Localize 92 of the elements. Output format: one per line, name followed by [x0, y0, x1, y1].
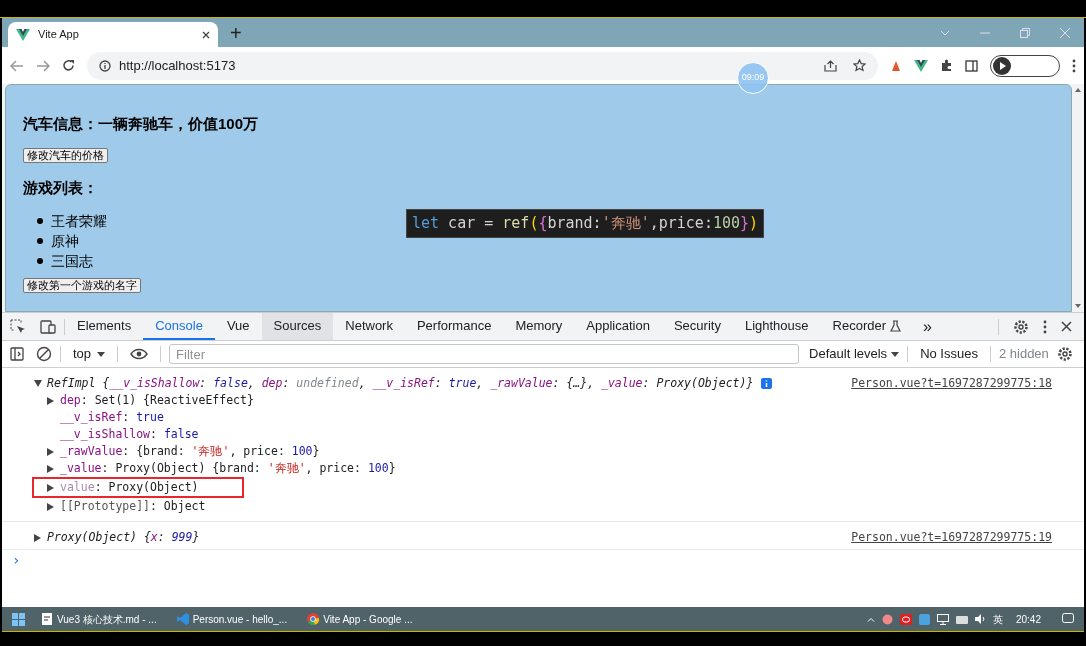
settings-icon[interactable]: [1013, 318, 1029, 335]
game-name: 王者荣耀: [51, 212, 107, 231]
collapsed-arrow-icon[interactable]: [47, 464, 54, 473]
devtools-tab[interactable]: Application: [574, 313, 662, 340]
devtools-tab[interactable]: Recorder: [820, 313, 913, 340]
caret-icon: [97, 351, 106, 357]
star-icon[interactable]: [853, 59, 866, 72]
clock[interactable]: 20:42: [1015, 611, 1041, 627]
property-line: _value: Proxy(Object) {brand: '奔驰', price: 100}: [60, 459, 396, 477]
more-options-icon[interactable]: [1043, 319, 1047, 334]
source-link[interactable]: Person.vue?t=1697287299775:19: [851, 528, 1052, 547]
puzzle-icon[interactable]: [940, 59, 953, 72]
speaker-icon[interactable]: [974, 614, 986, 624]
issues-button[interactable]: No Issues: [916, 344, 982, 364]
vue-devtools-icon[interactable]: [914, 59, 928, 72]
reload-icon[interactable]: [62, 59, 75, 72]
collapsed-arrow-icon[interactable]: [47, 483, 54, 492]
taskbar-item[interactable]: Vite App - Google ...: [303, 607, 417, 631]
device-toolbar-icon[interactable]: [40, 319, 56, 334]
game-name: 三国志: [51, 252, 93, 271]
monitor-icon[interactable]: [936, 613, 949, 625]
property-line: __v_isShallow: false: [60, 425, 199, 443]
chevron-up-icon[interactable]: [866, 616, 875, 622]
settings-icon[interactable]: [1056, 346, 1073, 362]
car-info-heading: 汽车信息：一辆奔驰车，价值100万: [23, 114, 260, 134]
close-icon[interactable]: [202, 30, 210, 39]
browser-icon: [307, 613, 320, 625]
property-line: _rawValue: {brand: '奔驰', price: 100}: [60, 442, 320, 460]
change-game-button[interactable]: 修改第一个游戏的名字: [23, 278, 141, 293]
game-name: 原神: [51, 232, 79, 251]
info-icon: [99, 59, 111, 72]
browser-tab[interactable]: Vite App: [8, 22, 218, 47]
collapsed-arrow-icon[interactable]: [47, 447, 54, 456]
code-editor-icon: [176, 613, 189, 625]
property-line: __v_isRef: true: [60, 408, 164, 426]
log-levels-dropdown[interactable]: Default levels: [809, 344, 900, 364]
bullet-icon: [37, 258, 43, 264]
devtools-tab[interactable]: Security: [661, 313, 733, 340]
back-icon[interactable]: [10, 59, 24, 72]
context-dropdown[interactable]: top: [69, 344, 110, 364]
app-tray-icon[interactable]: [881, 613, 893, 625]
collapsed-arrow-icon[interactable]: [47, 396, 54, 405]
property-line: value: Proxy(Object): [60, 478, 199, 496]
game-list-heading: 游戏列表：: [23, 177, 99, 198]
hidden-count: 2 hidden: [998, 345, 1049, 364]
eye-icon[interactable]: [130, 348, 149, 360]
bullet-icon: [37, 238, 43, 244]
scroll-down-icon[interactable]: [1075, 304, 1081, 308]
source-link[interactable]: Person.vue?t=1697287299775:18: [851, 374, 1052, 393]
taskbar-item[interactable]: Vue3 核心技术.md - ...: [37, 607, 161, 631]
app-tray-icon[interactable]: [899, 613, 912, 625]
log-message: Proxy(Object) {x: 999}: [47, 528, 200, 546]
close-icon[interactable]: [1061, 321, 1072, 332]
devtools-tab[interactable]: Lighthouse: [732, 313, 821, 340]
caret-icon: [891, 351, 900, 357]
more-tabs-button[interactable]: »: [913, 314, 942, 339]
devtools-tab[interactable]: Sources: [261, 313, 334, 340]
extension-icon[interactable]: [890, 59, 902, 72]
taskbar-item[interactable]: Person.vue - hello_...: [172, 607, 292, 631]
code-snippet: let car = ref({brand:'奔驰',price:100}): [406, 209, 765, 238]
play-icon: [993, 56, 1011, 75]
property-line: [[Prototype]]: Object: [60, 497, 206, 515]
devtools-tab[interactable]: Elements: [65, 313, 144, 340]
devtools-tab[interactable]: Memory: [503, 313, 575, 340]
scroll-up-icon[interactable]: [1075, 88, 1081, 92]
vue-logo-icon: [16, 28, 30, 41]
input-method-indicator[interactable]: 英: [992, 611, 1003, 627]
devtools-tab[interactable]: Performance: [404, 313, 504, 340]
log-message: RefImpl {__v_isShallow: false, dep: undefined, __v_isRef: true, _rawValue: {…}, _value: Proxy(Object)}: [47, 374, 754, 392]
windows-start-icon[interactable]: [12, 612, 25, 626]
share-icon[interactable]: [824, 59, 837, 72]
notification-icon[interactable]: [1062, 613, 1074, 625]
clear-console-icon[interactable]: [36, 346, 52, 362]
bullet-icon: [37, 218, 43, 224]
new-tab-button[interactable]: +: [230, 23, 242, 43]
menu-icon[interactable]: [1072, 58, 1076, 73]
document-icon: [41, 613, 53, 625]
filter-field[interactable]: Filter: [169, 344, 800, 364]
change-price-button[interactable]: 修改汽车的价格: [23, 147, 108, 163]
collapsed-arrow-icon[interactable]: [47, 502, 54, 511]
property-line: dep: Set(1) {ReactiveEffect}: [60, 391, 254, 409]
sidebar-icon[interactable]: [965, 59, 978, 72]
inspect-icon[interactable]: [10, 318, 26, 335]
forward-icon[interactable]: [36, 59, 50, 72]
devtools-tab[interactable]: Network: [333, 313, 405, 340]
collapsed-arrow-icon[interactable]: [34, 533, 41, 542]
devtools-tab[interactable]: Vue: [214, 313, 262, 340]
sidebar-toggle-icon[interactable]: [10, 347, 24, 361]
flask-icon: [890, 319, 901, 332]
expanded-arrow-icon[interactable]: [34, 380, 42, 387]
info-icon: [761, 378, 773, 389]
console-prompt[interactable]: ›: [2, 550, 1084, 571]
